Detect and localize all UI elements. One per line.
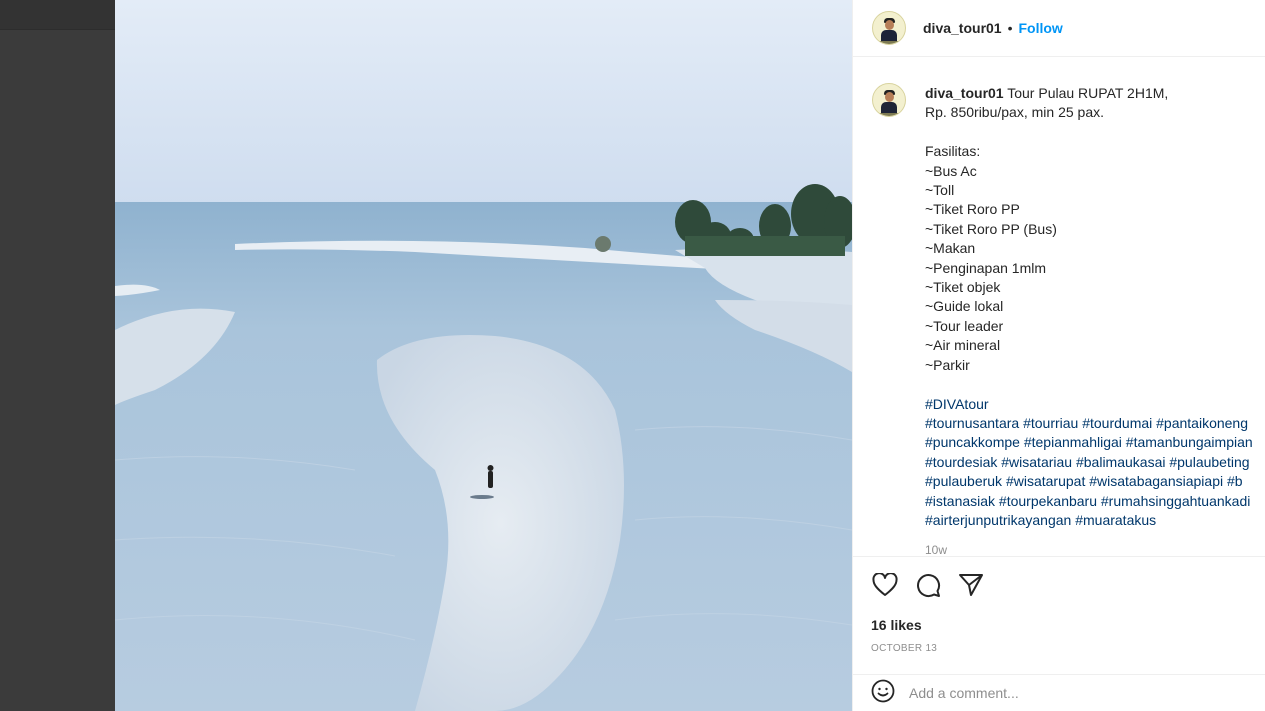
caption-line: ~Tiket objek (925, 279, 1001, 296)
post-date: OCTOBER 13 (871, 643, 938, 654)
caption-area: diva_tour01 Tour Pulau RUPAT 2H1M, Rp. 8… (853, 58, 1265, 556)
caption-line: ~Penginapan 1mlm (925, 259, 1047, 276)
action-icons (871, 571, 985, 599)
avatar[interactable] (872, 11, 906, 45)
likes-count[interactable]: 16 likes (871, 617, 922, 633)
post-actions: 16 likes OCTOBER 13 (853, 556, 1265, 674)
hashtag-line[interactable]: #istanasiak #tourpekanbaru #rumahsinggah… (925, 493, 1250, 509)
caption-line: ~Bus Ac (925, 162, 977, 179)
post-side-panel: diva_tour01 • Follow diva_tour01 Tour Pu… (852, 0, 1265, 711)
post-photo[interactable] (115, 0, 852, 711)
comment-box (853, 674, 1265, 711)
hashtag-line[interactable]: #DIVAtour (925, 396, 989, 412)
caption-line: ~Tiket Roro PP (Bus) (925, 220, 1057, 237)
caption-text: diva_tour01 Tour Pulau RUPAT 2H1M, Rp. 8… (925, 84, 1265, 530)
hashtag-line[interactable]: #airterjunputrikayangan #muaratakus (925, 512, 1156, 528)
caption-line: Fasilitas: (925, 143, 981, 160)
backdrop-topbar (0, 0, 115, 30)
hashtag-line[interactable]: #tourdesiak #wisatariau #balimaukasai #p… (925, 454, 1250, 470)
share-icon[interactable] (957, 571, 985, 599)
header-username[interactable]: diva_tour01 (923, 20, 1002, 36)
heart-icon[interactable] (871, 571, 899, 599)
caption-username[interactable]: diva_tour01 (925, 85, 1004, 101)
time-ago[interactable]: 10w (925, 543, 947, 556)
emoji-icon[interactable] (871, 679, 895, 708)
caption-line: ~Tour leader (925, 317, 1004, 334)
caption-line: ~Toll (925, 182, 955, 199)
caption-line: ~Makan (925, 240, 976, 257)
beach-aerial-photo (115, 0, 852, 711)
hashtag-line[interactable]: #pulauberuk #wisatarupat #wisatabagansia… (925, 473, 1243, 489)
caption-line: ~Tiket Roro PP (925, 201, 1020, 218)
caption-line: ~Parkir (925, 356, 970, 373)
comment-icon[interactable] (914, 571, 942, 599)
follow-button[interactable]: Follow (1019, 20, 1063, 36)
comment-input[interactable] (909, 685, 1239, 701)
hashtag-line[interactable]: #tournusantara #tourriau #tourdumai #pan… (925, 415, 1248, 431)
modal-backdrop (0, 0, 115, 711)
caption-line: Rp. 850ribu/pax, min 25 pax. (925, 104, 1104, 121)
caption-line: ~Guide lokal (925, 298, 1004, 315)
caption-line: ~Air mineral (925, 337, 1001, 354)
post-header: diva_tour01 • Follow (853, 0, 1265, 57)
caption-avatar[interactable] (872, 83, 906, 117)
separator-dot: • (1007, 20, 1013, 36)
hashtag-line[interactable]: #puncakkompe #tepianmahligai #tamanbunga… (925, 434, 1253, 450)
caption-line: Tour Pulau RUPAT 2H1M, (1007, 85, 1169, 101)
